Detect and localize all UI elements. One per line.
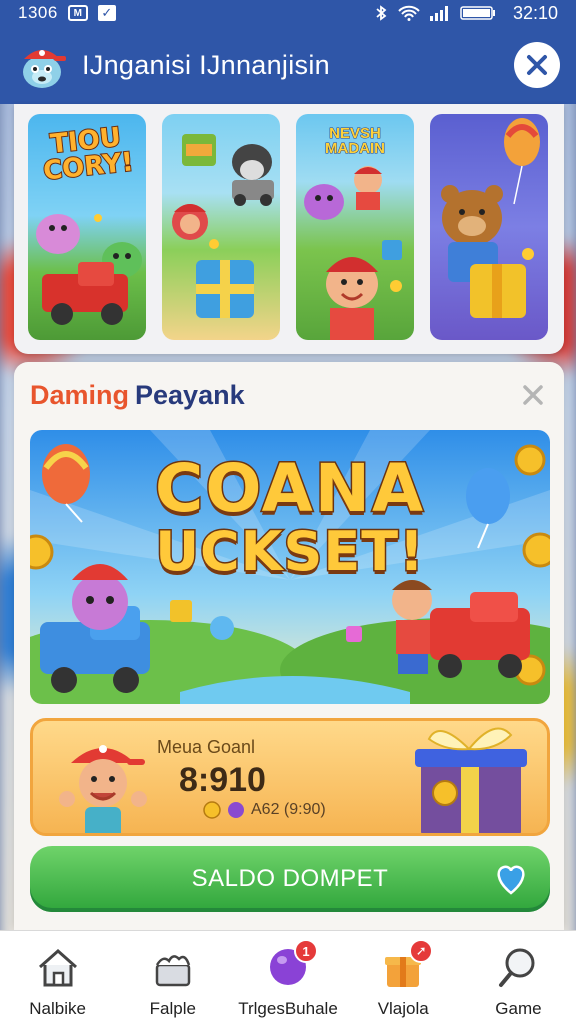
close-icon — [523, 385, 543, 405]
coin-icon — [203, 801, 221, 819]
nav-item-vlajola[interactable]: ➚ Vlajola — [346, 931, 461, 1024]
battery-icon — [460, 6, 495, 20]
nav-item-game[interactable]: Game — [461, 931, 576, 1024]
modal-title: Daming Peayank — [30, 380, 245, 411]
game-card-3[interactable]: NEVSH MADAIN — [296, 114, 414, 340]
kid-mascot-icon — [59, 745, 147, 833]
nav-item-nalbike[interactable]: Nalbike — [0, 931, 115, 1024]
notification-badge: M — [67, 5, 88, 21]
modal-title-part2: Peayank — [135, 380, 245, 410]
nav-label: Vlajola — [377, 999, 429, 1018]
header-close-button[interactable] — [514, 42, 560, 88]
modal-close-button[interactable] — [518, 380, 548, 410]
nav-label: Nalbike — [29, 999, 86, 1018]
mascot-logo-icon — [23, 50, 66, 88]
arrow-badge-icon: ➚ — [409, 939, 434, 963]
nav-label: Game — [495, 999, 542, 1018]
game-card-4[interactable] — [430, 114, 548, 340]
promo-banner: COANA UCKSET! — [30, 430, 550, 704]
app-header: IJnganisi IJnnanjisin — [0, 26, 576, 104]
status-bar: 1306 M ✓ 32:10 — [0, 0, 576, 26]
nav-item-trlgesbuhale[interactable]: 1 TrlgesBuhale — [230, 931, 345, 1024]
banner-headline-2: UCKSET! — [154, 519, 426, 585]
game-card-art — [304, 166, 402, 340]
reward-label: Meua Goanl — [157, 737, 256, 757]
reward-panel: Meua Goanl 8:910 A62 (9:90) — [30, 718, 550, 836]
game-card-art — [172, 134, 274, 318]
gift-box-icon — [415, 727, 527, 833]
game-card-1[interactable]: TIOU CORY! — [28, 114, 146, 340]
wifi-icon — [398, 5, 420, 21]
home-icon — [34, 943, 82, 991]
reward-sub-text: A62 (9:90) — [251, 801, 326, 818]
gem-icon — [228, 802, 244, 818]
game-card-art — [36, 214, 142, 325]
balloon-icon: 1 — [264, 939, 318, 991]
nav-label: TrlgesBuhale — [238, 999, 338, 1018]
gift-box-icon: ➚ — [379, 939, 434, 991]
heart-icon — [497, 865, 525, 895]
status-time: 1306 — [18, 3, 58, 22]
search-icon — [494, 943, 542, 991]
page-title: IJnganisi IJnnanjisin — [82, 49, 330, 80]
status-clock: 32:10 — [512, 2, 558, 23]
reward-amount: 8:910 — [179, 761, 266, 799]
notification-badge: 1 — [294, 939, 318, 963]
reward-sub: A62 (9:90) — [203, 801, 326, 819]
banner-headline-1: COANA — [153, 449, 426, 529]
game-card-2[interactable] — [162, 114, 280, 340]
nav-label: Falple — [149, 999, 196, 1018]
saldo-dompet-button[interactable]: SALDO DOMPET — [30, 846, 550, 912]
bluetooth-icon — [376, 5, 387, 21]
signal-icon — [429, 6, 448, 21]
bottom-navigation: Nalbike Falple 1 TrlgesBuhale ➚ Vlajola … — [0, 930, 576, 1024]
check-icon: ✓ — [97, 5, 116, 21]
modal-title-part1: Daming — [30, 380, 130, 410]
game-card-strip: TIOU CORY! NEVSH MADAIN — [14, 104, 564, 354]
nav-item-falple[interactable]: Falple — [115, 931, 230, 1024]
reward-modal: Daming Peayank COANA UCKSET! Meua Goanl … — [14, 362, 564, 930]
game-card-art — [441, 118, 540, 318]
cake-icon — [149, 943, 197, 991]
cta-label: SALDO DOMPET — [191, 865, 389, 892]
close-icon — [527, 55, 547, 75]
